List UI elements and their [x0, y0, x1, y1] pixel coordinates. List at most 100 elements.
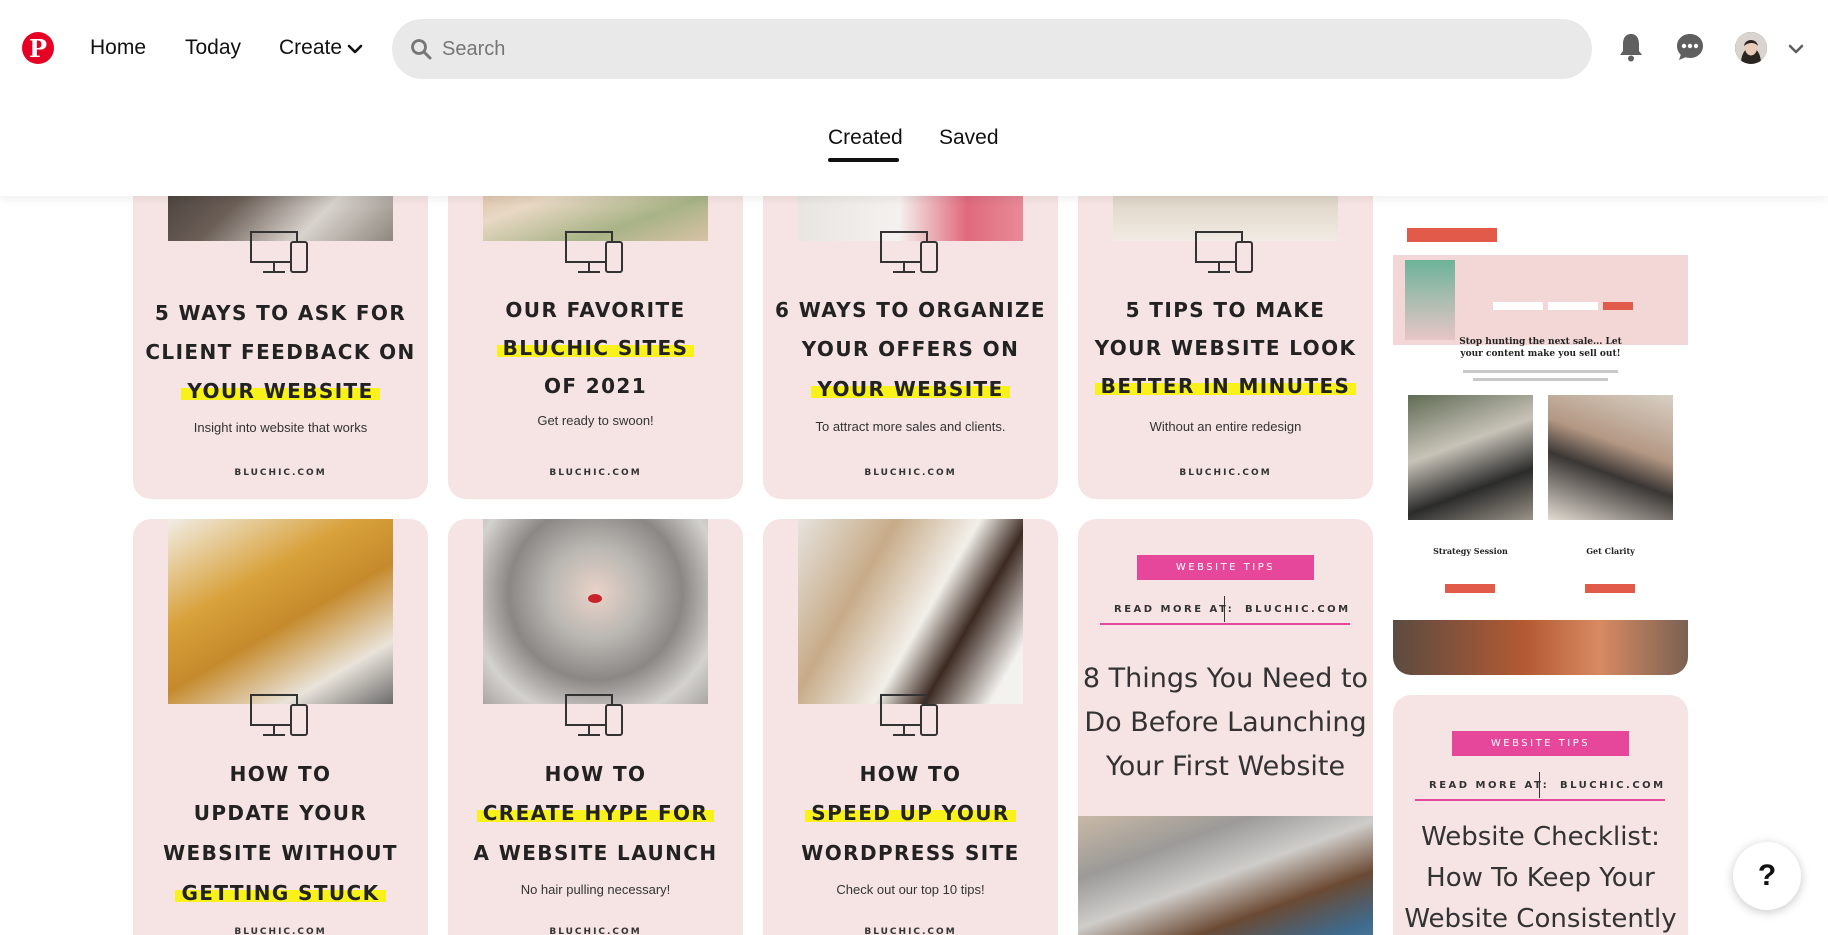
highlighted-text: BETTER IN MINUTES [1094, 374, 1357, 398]
devices-icon [250, 694, 308, 736]
pin-title-line: How To Keep Your [1426, 863, 1655, 893]
devices-icon [565, 694, 623, 736]
pin-title-line: UPDATE YOUR [193, 801, 368, 825]
pin-title-line: A WEBSITE LAUNCH [473, 841, 718, 865]
chevron-down-icon[interactable] [1787, 40, 1805, 58]
pin-title-line: WORDPRESS SITE [801, 841, 1020, 865]
pin-subtitle: Without an entire redesign [1149, 419, 1302, 434]
nav-create[interactable]: Create [279, 36, 342, 60]
pin-title-line: BLUCHIC SITES [448, 329, 743, 368]
pin-title-line: WEBSITE WITHOUT [163, 841, 398, 865]
pin-title-line: CREATE HYPE FOR [448, 794, 743, 833]
pin-title-line: 6 WAYS TO ORGANIZE [775, 298, 1046, 322]
text-line-mock [1473, 378, 1608, 381]
pin-photo [483, 519, 708, 704]
pin-title-line: 8 Things You Need to [1082, 663, 1369, 694]
profile-tabs: Created Saved [0, 100, 1828, 196]
pin-title-line: OF 2021 [543, 374, 648, 398]
section-heading: Stop hunting the next sale... Let your c… [1459, 337, 1622, 359]
help-button[interactable]: ? [1733, 842, 1801, 910]
pin-title-line: SPEED UP YOUR [763, 794, 1058, 833]
pin-title-line: YOUR WEBSITE [133, 372, 428, 411]
pin-footer: BLUCHIC.COM [1179, 468, 1272, 478]
site-label: BLUCHIC.COM [1560, 780, 1666, 791]
highlighted-text: CREATE HYPE FOR [476, 801, 715, 825]
divider [1224, 596, 1225, 622]
button-mock [1445, 584, 1495, 593]
bell-icon[interactable] [1614, 30, 1648, 64]
pin-title-line: YOUR WEBSITE [763, 370, 1058, 409]
pin-title-line: 5 TIPS TO MAKE [1125, 298, 1326, 322]
pin-title-line: 5 WAYS TO ASK FOR [154, 301, 407, 325]
pin-title-line: BETTER IN MINUTES [1078, 367, 1373, 406]
pin-photo [798, 519, 1023, 704]
highlighted-text: SPEED UP YOUR [805, 801, 1016, 825]
pin-card[interactable]: WEBSITE TIPS READ MORE AT: BLUCHIC.COM 8… [1078, 519, 1373, 935]
devices-icon [565, 231, 623, 273]
pin-title-line: YOUR OFFERS ON [801, 337, 1020, 361]
highlighted-text: YOUR WEBSITE [181, 379, 380, 403]
pin-footer: BLUCHIC.COM [234, 468, 327, 478]
clarity-photo [1548, 395, 1673, 520]
session-photo [1408, 395, 1533, 520]
pin-card[interactable]: Stop hunting the next sale... Let your c… [1393, 140, 1688, 675]
pin-card[interactable]: HOW TO SPEED UP YOUR WORDPRESS SITE Chec… [763, 519, 1058, 935]
pin-photo [1078, 816, 1373, 935]
website-tips-badge: WEBSITE TIPS [1137, 555, 1314, 580]
chat-icon[interactable] [1673, 30, 1707, 64]
pin-title-line: HOW TO [544, 762, 647, 786]
highlighted-text: YOUR WEBSITE [811, 377, 1010, 401]
search-bar[interactable] [392, 19, 1592, 79]
pin-footer: BLUCHIC.COM [234, 927, 327, 935]
devices-icon [250, 231, 308, 273]
read-more-label: READ MORE AT: [1429, 780, 1550, 791]
pin-photo-bottom [1393, 620, 1688, 675]
pin-title-line: Website Consistently [1404, 904, 1677, 934]
pin-card[interactable]: WEBSITE TIPS READ MORE AT: BLUCHIC.COM W… [1393, 695, 1688, 935]
pin-subtitle: No hair pulling necessary! [520, 882, 671, 897]
pin-title-line: YOUR WEBSITE LOOK [1094, 336, 1357, 360]
nav-today[interactable]: Today [185, 36, 241, 60]
search-icon [411, 39, 432, 60]
email-input-mock [1493, 302, 1543, 310]
pin-card[interactable]: HOW TO CREATE HYPE FOR A WEBSITE LAUNCH … [448, 519, 743, 935]
highlighted-text: GETTING STUCK [175, 881, 386, 905]
pin-footer: BLUCHIC.COM [864, 927, 957, 935]
active-tab-indicator [828, 158, 899, 162]
pin-title-line: CLIENT FEEDBACK ON [145, 340, 416, 364]
signup-button-mock [1603, 302, 1633, 310]
devices-icon [1195, 231, 1253, 273]
devices-icon [880, 694, 938, 736]
nav-home[interactable]: Home [90, 36, 146, 60]
pin-title-line: Website Checklist: [1421, 822, 1660, 852]
highlighted-text: BLUCHIC SITES [496, 336, 695, 360]
tab-created[interactable]: Created [828, 126, 903, 150]
pin-title-line: OUR FAVORITE [505, 298, 686, 322]
text-line-mock [1463, 370, 1618, 373]
pin-card[interactable]: HOW TO UPDATE YOUR WEBSITE WITHOUT GETTI… [133, 519, 428, 935]
read-more-label: READ MORE AT: [1114, 604, 1235, 615]
pin-title-line: Do Before Launching [1084, 707, 1367, 738]
top-navigation-bar: P Home Today Create [0, 0, 1828, 100]
pin-title-line: HOW TO [229, 762, 332, 786]
divider [1100, 623, 1350, 625]
pin-subtitle: Insight into website that works [193, 420, 368, 435]
pin-footer: BLUCHIC.COM [864, 468, 957, 478]
pin-footer: BLUCHIC.COM [549, 927, 642, 935]
name-input-mock [1548, 302, 1598, 310]
devices-icon [880, 231, 938, 273]
tab-saved[interactable]: Saved [939, 126, 999, 150]
pin-title-line: Your First Website [1105, 751, 1346, 782]
button-mock [1585, 584, 1635, 593]
avatar-image [1735, 32, 1767, 64]
chevron-down-icon[interactable] [346, 40, 364, 58]
search-input[interactable] [442, 19, 1572, 79]
pinterest-logo[interactable]: P [22, 32, 54, 64]
card-title: Get Clarity [1586, 546, 1635, 556]
avatar[interactable] [1735, 32, 1767, 64]
site-label: BLUCHIC.COM [1245, 604, 1351, 615]
card-title: Strategy Session [1433, 546, 1508, 556]
pin-title-line: HOW TO [859, 762, 962, 786]
pin-subtitle: Get ready to swoon! [537, 413, 654, 428]
divider [1415, 799, 1665, 801]
